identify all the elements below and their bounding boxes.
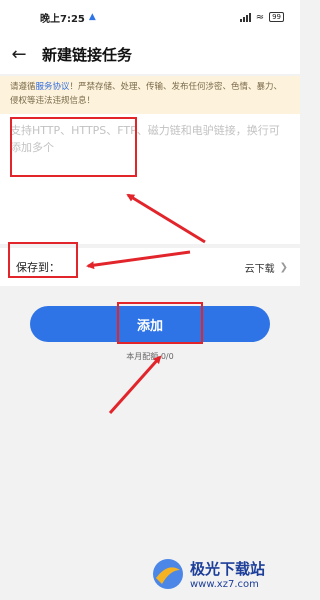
annotation-box-input xyxy=(10,117,137,177)
status-time: 晚上7:25 xyxy=(40,13,85,25)
status-bar: 晚上7:25 ▲ ≈ 99 xyxy=(0,0,300,34)
monthly-quota: 本月配额 0/0 xyxy=(126,352,174,361)
battery-icon: 99 xyxy=(269,12,284,22)
page-title: 新建链接任务 xyxy=(42,45,133,64)
save-to-selector[interactable]: 云下载 ❯ xyxy=(245,260,288,275)
service-agreement-link[interactable]: 服务协议 xyxy=(36,82,70,92)
watermark-url: www.xz7.com xyxy=(190,579,259,590)
annotation-box-add xyxy=(117,302,203,344)
chevron-right-icon: ❯ xyxy=(279,261,288,273)
save-to-value: 云下载 xyxy=(244,263,275,275)
app-notification-icon: ▲ xyxy=(88,12,96,22)
watermark-name: 极光下载站 xyxy=(190,560,266,578)
wifi-icon: ≈ xyxy=(255,11,265,23)
terms-notice: 请遵循服务协议！严禁存储、处理、传输、发布任何涉密、色情、暴力、侵权等违法违规信… xyxy=(0,76,300,114)
back-arrow-icon[interactable]: ← xyxy=(8,43,30,65)
aurora-logo-icon xyxy=(153,559,183,589)
signal-icon xyxy=(239,12,251,22)
site-watermark: 极光下载站 www.xz7.com xyxy=(150,552,300,596)
annotation-box-save-to xyxy=(8,242,78,278)
title-bar: ← 新建链接任务 xyxy=(0,34,300,74)
status-right: ≈ 99 xyxy=(239,11,284,23)
watermark-text: 极光下载站 www.xz7.com xyxy=(190,558,265,590)
notice-prefix: 请遵循 xyxy=(10,82,36,92)
annotation-arrow-add xyxy=(108,355,162,414)
status-left: 晚上7:25 ▲ xyxy=(40,10,96,25)
